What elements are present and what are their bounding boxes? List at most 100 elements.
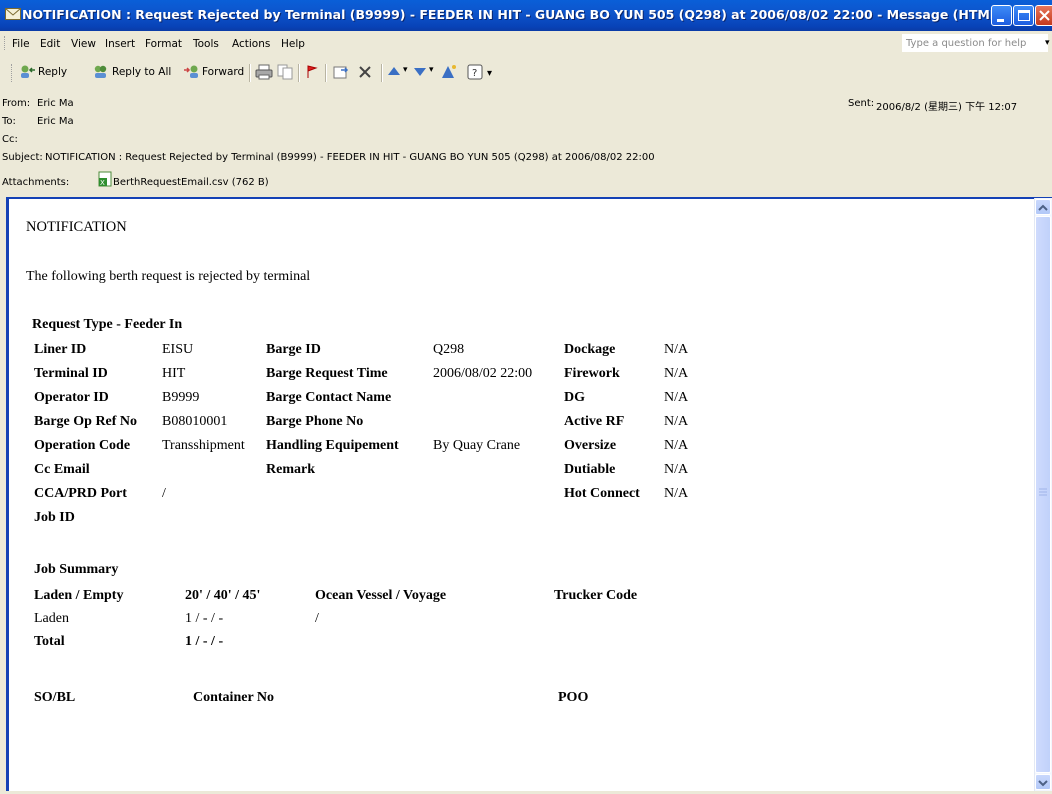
field-value: N/A [664,462,689,477]
close-icon [1039,10,1050,21]
field-value: N/A [664,414,689,429]
menu-help[interactable]: Help [281,38,305,50]
reply-button[interactable]: Reply [38,66,67,78]
svg-text:?: ? [472,68,477,79]
help-icon[interactable]: ? [467,64,483,80]
field-label: Barge Request Time [266,366,388,381]
sent-label: Sent: [848,98,875,109]
menu-actions[interactable]: Actions [232,38,270,50]
toolbar-separator [325,64,327,82]
move-to-folder-icon[interactable] [332,64,350,80]
menu-insert[interactable]: Insert [105,38,135,50]
from-value[interactable]: Eric Ma [37,98,74,109]
field-label: CCA/PRD Port [34,486,127,501]
svg-text:X: X [100,179,105,187]
menu-file[interactable]: File [12,38,30,50]
maximize-button[interactable] [1013,5,1034,26]
help-search-placeholder: Type a question for help [906,38,1027,49]
container-header: SO/BL [34,690,76,705]
field-label: Barge ID [266,342,321,357]
summary-header: Laden / Empty [34,588,124,603]
subject-value: NOTIFICATION : Request Rejected by Termi… [45,152,655,163]
reply-all-icon [94,65,107,78]
toolbar-grip[interactable] [11,64,14,82]
summary-cell: Laden [34,611,69,626]
field-label: Firework [564,366,620,381]
close-button[interactable] [1035,5,1052,26]
address-book-icon[interactable] [440,64,458,80]
field-label: Operation Code [34,438,131,453]
container-header: POO [558,690,589,705]
field-label: Barge Op Ref No [34,414,138,429]
field-value: N/A [664,342,689,357]
field-label: Terminal ID [34,366,108,381]
field-value: B08010001 [162,414,228,429]
field-label: Remark [266,462,315,477]
menu-edit[interactable]: Edit [40,38,60,50]
field-value: EISU [162,342,194,357]
from-label: From: [2,98,31,109]
print-icon[interactable] [255,64,273,80]
window-title: NOTIFICATION : Request Rejected by Termi… [22,7,1004,22]
field-label: Operator ID [34,390,109,405]
chevron-up-icon [1038,204,1048,211]
toolbar-separator [249,64,251,82]
previous-item-icon[interactable] [387,64,401,80]
field-label: Liner ID [34,342,87,357]
sent-value: 2006/8/2 (星期三) 下午 12:07 [876,102,1018,113]
envelope-icon [5,8,21,20]
next-item-icon[interactable] [413,64,427,80]
subject-label: Subject: [2,152,43,163]
field-label: Active RF [564,414,625,429]
job-summary-title: Job Summary [34,562,119,577]
scroll-up-button[interactable] [1035,199,1051,215]
toolbar-options-icon[interactable]: ▾ [487,68,492,79]
attachment-file[interactable]: BerthRequestEmail.csv (762 B) [113,177,269,188]
field-label: Oversize [564,438,617,453]
menu-tools[interactable]: Tools [193,38,219,50]
summary-cell: 1 / - / - [185,611,224,626]
follow-up-flag-icon[interactable] [304,64,318,80]
help-search-input[interactable]: Type a question for help [902,34,1048,52]
field-value: B9999 [162,390,200,405]
field-label: Barge Contact Name [266,390,392,405]
title-bar[interactable]: NOTIFICATION : Request Rejected by Termi… [0,0,1052,32]
previous-dropdown-icon[interactable]: ▾ [403,65,408,75]
next-dropdown-icon[interactable]: ▾ [429,65,434,75]
field-value: Transshipment [162,438,245,453]
field-value: N/A [664,438,689,453]
field-value: HIT [162,366,186,381]
field-label: Handling Equipement [266,438,399,453]
summary-total-label: Total [34,634,65,649]
to-value[interactable]: Eric Ma [37,116,74,127]
scrollbar-grip [1039,488,1047,496]
to-label: To: [2,116,16,127]
field-label: Barge Phone No [266,414,364,429]
menu-bar: File Edit View Insert Format Tools Actio… [0,31,1052,55]
container-header: Container No [193,690,275,705]
menu-view[interactable]: View [71,38,96,50]
help-dropdown-icon[interactable]: ▾ [1045,38,1050,48]
copy-icon[interactable] [276,64,294,80]
forward-button[interactable]: Forward [202,66,244,78]
scroll-down-button[interactable] [1035,774,1051,790]
attachments-label: Attachments: [2,177,70,188]
summary-header: Trucker Code [554,588,638,603]
chevron-down-icon [1038,780,1048,787]
field-value: N/A [664,390,689,405]
intro-text: The following berth request is rejected … [26,269,311,284]
delete-icon[interactable] [357,64,373,80]
menu-grip[interactable] [4,36,7,50]
reply-icon [21,65,35,78]
csv-file-icon: X [98,171,112,187]
reply-all-button[interactable]: Reply to All [112,66,171,78]
minimize-button[interactable] [991,5,1012,26]
field-label: Cc Email [34,462,90,477]
menu-format[interactable]: Format [145,38,182,50]
field-label: Job ID [34,510,75,525]
message-header: From: Eric Ma To: Eric Ma Cc: Subject: N… [0,91,1052,196]
field-label: Hot Connect [564,486,640,501]
summary-header: Ocean Vessel / Voyage [315,588,447,603]
field-value: Q298 [433,342,465,357]
summary-header: 20' / 40' / 45' [185,588,261,603]
